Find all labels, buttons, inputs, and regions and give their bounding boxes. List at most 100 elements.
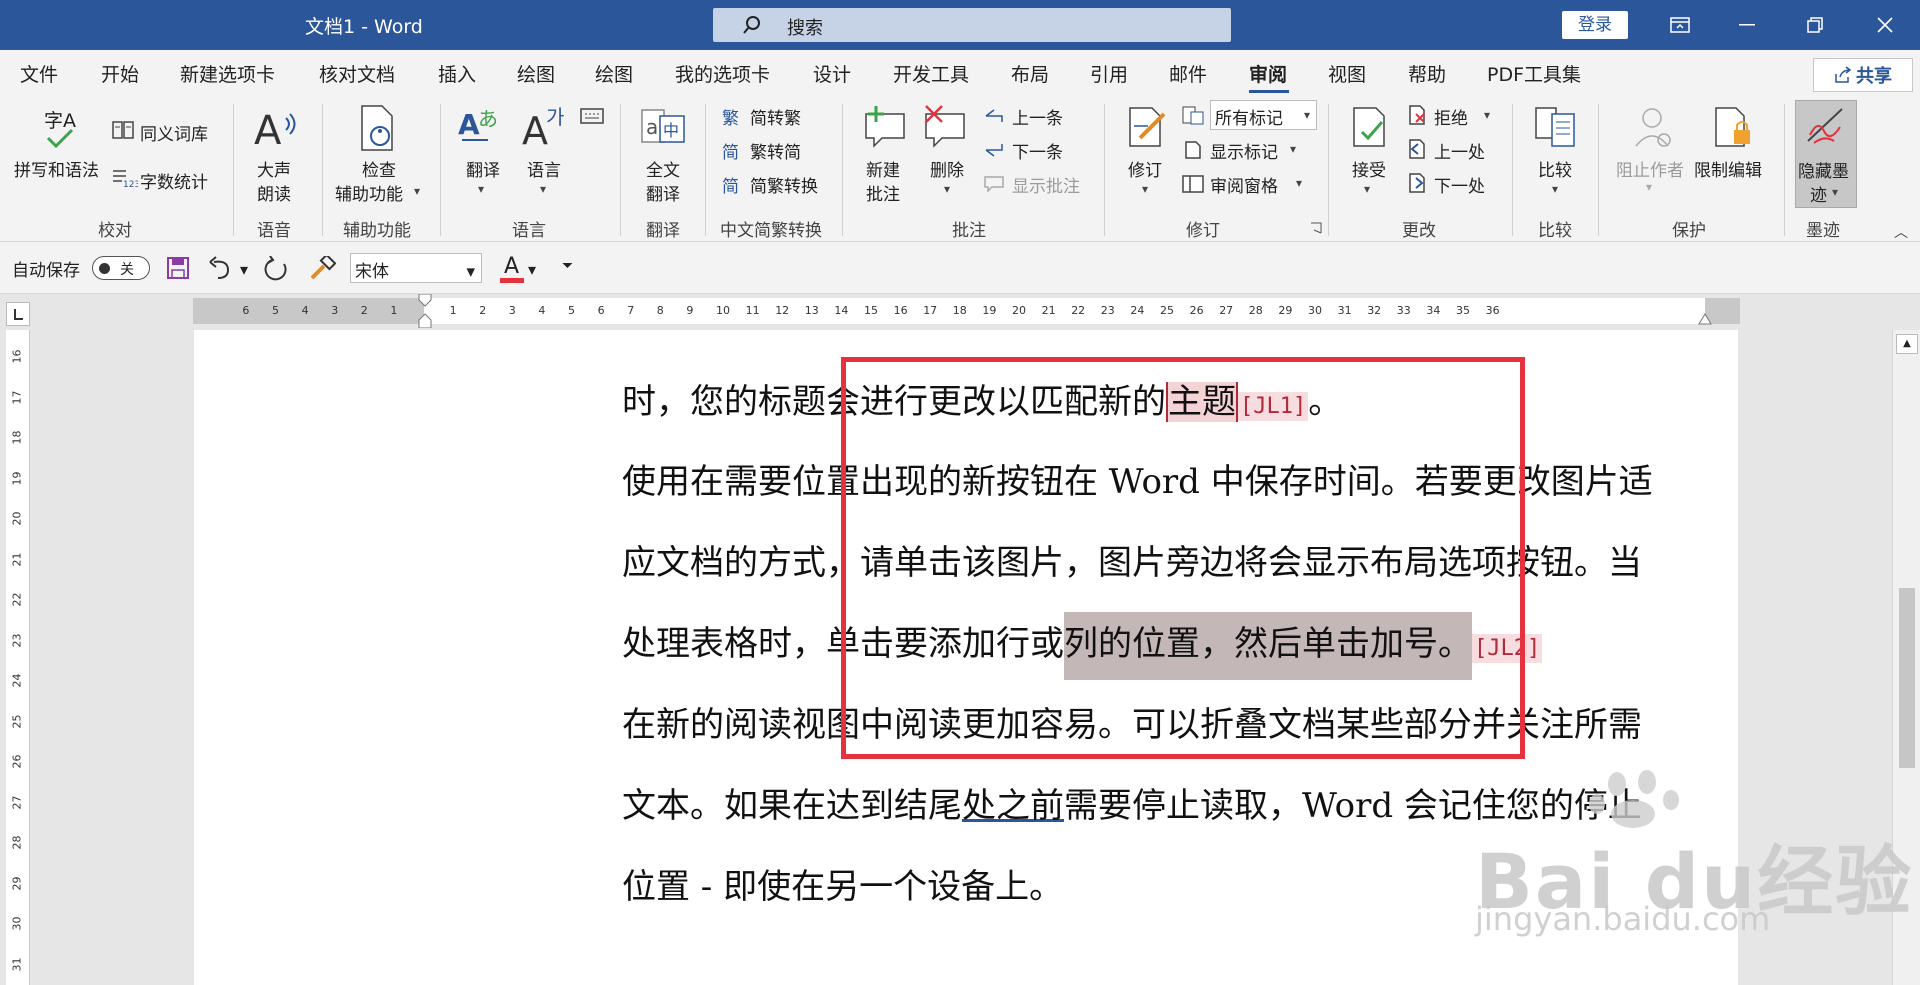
restrict-editing-button[interactable]: 限制编辑 bbox=[1694, 156, 1762, 181]
tab-home[interactable]: 开始 bbox=[101, 60, 139, 87]
check-accessibility-label-2[interactable]: 辅助功能 bbox=[335, 180, 403, 205]
tab-design[interactable]: 设计 bbox=[813, 60, 851, 87]
to-traditional-button[interactable]: 简转繁 bbox=[750, 104, 801, 129]
accept-button[interactable]: 接受 bbox=[1352, 156, 1386, 181]
convert-button[interactable]: 简繁转换 bbox=[750, 172, 818, 197]
dialog-launcher-icon[interactable] bbox=[1310, 222, 1322, 234]
full-translate-label-2[interactable]: 翻译 bbox=[646, 180, 680, 205]
chevron-down-icon[interactable]: ▾ bbox=[1646, 180, 1652, 194]
tab-references[interactable]: 引用 bbox=[1090, 60, 1128, 87]
to-simplified-button[interactable]: 繁转简 bbox=[750, 138, 801, 163]
undo-icon[interactable] bbox=[208, 256, 234, 280]
thesaurus-button[interactable]: 同义词库 bbox=[140, 120, 208, 145]
markup-select[interactable]: 所有标记 ▾ bbox=[1210, 100, 1317, 130]
tab-layout[interactable]: 布局 bbox=[1011, 60, 1049, 87]
compare-button[interactable]: 比较 bbox=[1538, 156, 1572, 181]
ruler-number: 7 bbox=[627, 304, 635, 317]
spelling-grammar-button[interactable]: 拼写和语法 bbox=[14, 156, 99, 181]
tab-new-tab[interactable]: 新建选项卡 bbox=[180, 60, 275, 87]
show-markup-button[interactable]: 显示标记 bbox=[1210, 138, 1278, 163]
hide-ink-button[interactable]: 隐藏墨 迹 ▾ bbox=[1795, 100, 1857, 208]
search-input[interactable]: 搜索 bbox=[713, 8, 1231, 42]
tab-developer[interactable]: 开发工具 bbox=[893, 60, 969, 87]
chevron-down-icon[interactable]: ▾ bbox=[944, 182, 950, 196]
show-comments-button[interactable]: 显示批注 bbox=[1012, 172, 1080, 197]
next-change-button[interactable]: 下一处 bbox=[1434, 172, 1485, 197]
ruler-number: 2 bbox=[479, 304, 487, 317]
tab-review[interactable]: 审阅 bbox=[1249, 60, 1287, 87]
reject-button[interactable]: 拒绝 bbox=[1434, 104, 1468, 129]
restore-icon[interactable] bbox=[1785, 0, 1845, 50]
vertical-ruler[interactable]: 16 17 18 19 20 21 22 23 24 25 26 27 28 29 30 31 bbox=[6, 330, 30, 985]
autosave-toggle[interactable]: 关 bbox=[92, 256, 150, 280]
tab-check-doc[interactable]: 核对文档 bbox=[319, 60, 395, 87]
font-name-select[interactable]: 宋体 ▾ bbox=[350, 253, 482, 283]
new-comment-label-2[interactable]: 批注 bbox=[866, 180, 900, 205]
scroll-up-icon[interactable]: ▲ bbox=[1896, 334, 1918, 354]
check-accessibility-label-1[interactable]: 检查 bbox=[362, 156, 396, 181]
ruler-number: 3 bbox=[331, 304, 339, 317]
full-translate-label-1[interactable]: 全文 bbox=[646, 156, 680, 181]
chevron-down-icon[interactable]: ▾ bbox=[1142, 182, 1148, 196]
read-aloud-label-1[interactable]: 大声 bbox=[257, 156, 291, 181]
group-separator bbox=[233, 104, 234, 236]
group-label-compare: 比较 bbox=[1538, 221, 1572, 241]
previous-comment-button[interactable]: 上一条 bbox=[1012, 104, 1063, 129]
tab-selector-icon[interactable] bbox=[6, 302, 30, 326]
collapse-ribbon-icon[interactable]: ︿ bbox=[1894, 222, 1908, 242]
ruler-number: 35 bbox=[1456, 304, 1470, 317]
customize-toolbar-icon[interactable]: ⏷ bbox=[562, 258, 573, 274]
group-separator bbox=[322, 104, 323, 236]
save-icon[interactable] bbox=[166, 256, 190, 280]
right-indent-marker-icon[interactable] bbox=[1697, 312, 1713, 326]
block-authors-button[interactable]: 阻止作者 bbox=[1616, 156, 1684, 181]
tab-insert[interactable]: 插入 bbox=[438, 60, 476, 87]
word-count-button[interactable]: 字数统计 bbox=[140, 168, 208, 193]
tab-my-tab[interactable]: 我的选项卡 bbox=[675, 60, 770, 87]
full-translate-icon: a中 bbox=[641, 109, 685, 143]
chevron-down-icon[interactable]: ▾ bbox=[1484, 108, 1490, 122]
show-markup-icon bbox=[1185, 141, 1201, 159]
next-comment-button[interactable]: 下一条 bbox=[1012, 138, 1063, 163]
share-button[interactable]: 共享 bbox=[1813, 58, 1913, 92]
track-changes-button[interactable]: 修订 bbox=[1128, 156, 1162, 181]
show-comments-icon bbox=[984, 176, 1004, 192]
ribbon-display-options-icon[interactable] bbox=[1650, 0, 1710, 50]
language-button[interactable]: 语言 bbox=[527, 156, 561, 181]
indent-marker-icon[interactable] bbox=[417, 294, 433, 328]
translate-button[interactable]: 翻译 bbox=[466, 156, 500, 181]
chevron-down-icon[interactable]: ▾ bbox=[1552, 182, 1558, 196]
format-painter-icon[interactable] bbox=[308, 256, 336, 282]
vruler-number: 24 bbox=[10, 673, 24, 688]
font-color-icon[interactable]: A bbox=[500, 254, 524, 284]
read-aloud-label-2[interactable]: 朗读 bbox=[257, 180, 291, 205]
chevron-down-icon[interactable]: ▾ bbox=[1290, 142, 1296, 156]
delete-comment-button[interactable]: 删除 bbox=[930, 156, 964, 181]
vruler-number: 30 bbox=[10, 916, 24, 931]
login-button[interactable]: 登录 bbox=[1562, 11, 1628, 39]
tab-mailings[interactable]: 邮件 bbox=[1169, 60, 1207, 87]
tab-help[interactable]: 帮助 bbox=[1408, 60, 1446, 87]
reviewing-pane-button[interactable]: 审阅窗格 bbox=[1210, 172, 1278, 197]
tab-view[interactable]: 视图 bbox=[1328, 60, 1366, 87]
redo-icon[interactable] bbox=[264, 256, 290, 282]
horizontal-ruler[interactable]: 6 5 4 3 2 1 1 2 3 4 5 6 7 8 9 10 11 12 13 14 15 16 17 18 19 20 21 2… bbox=[193, 294, 1740, 328]
chevron-down-icon[interactable]: ▾ bbox=[1364, 182, 1370, 196]
font-color-swatch bbox=[500, 278, 524, 283]
new-comment-label-1[interactable]: 新建 bbox=[866, 156, 900, 181]
chevron-down-icon[interactable]: ▾ bbox=[1296, 176, 1302, 190]
previous-change-button[interactable]: 上一处 bbox=[1434, 138, 1485, 163]
tab-draw-2[interactable]: 绘图 bbox=[595, 60, 633, 87]
chevron-down-icon[interactable]: ▾ bbox=[240, 260, 248, 279]
close-icon[interactable] bbox=[1855, 0, 1915, 50]
share-label: 共享 bbox=[1856, 66, 1892, 87]
tab-pdf-tools[interactable]: PDF工具集 bbox=[1487, 60, 1581, 87]
chevron-down-icon[interactable]: ▾ bbox=[528, 260, 536, 279]
chevron-down-icon[interactable]: ▾ bbox=[414, 184, 420, 198]
tab-draw[interactable]: 绘图 bbox=[517, 60, 555, 87]
scrollbar-thumb[interactable] bbox=[1899, 588, 1915, 768]
minimize-icon[interactable] bbox=[1717, 0, 1777, 50]
tab-file[interactable]: 文件 bbox=[20, 60, 58, 87]
chevron-down-icon[interactable]: ▾ bbox=[540, 182, 546, 196]
chevron-down-icon[interactable]: ▾ bbox=[478, 182, 484, 196]
